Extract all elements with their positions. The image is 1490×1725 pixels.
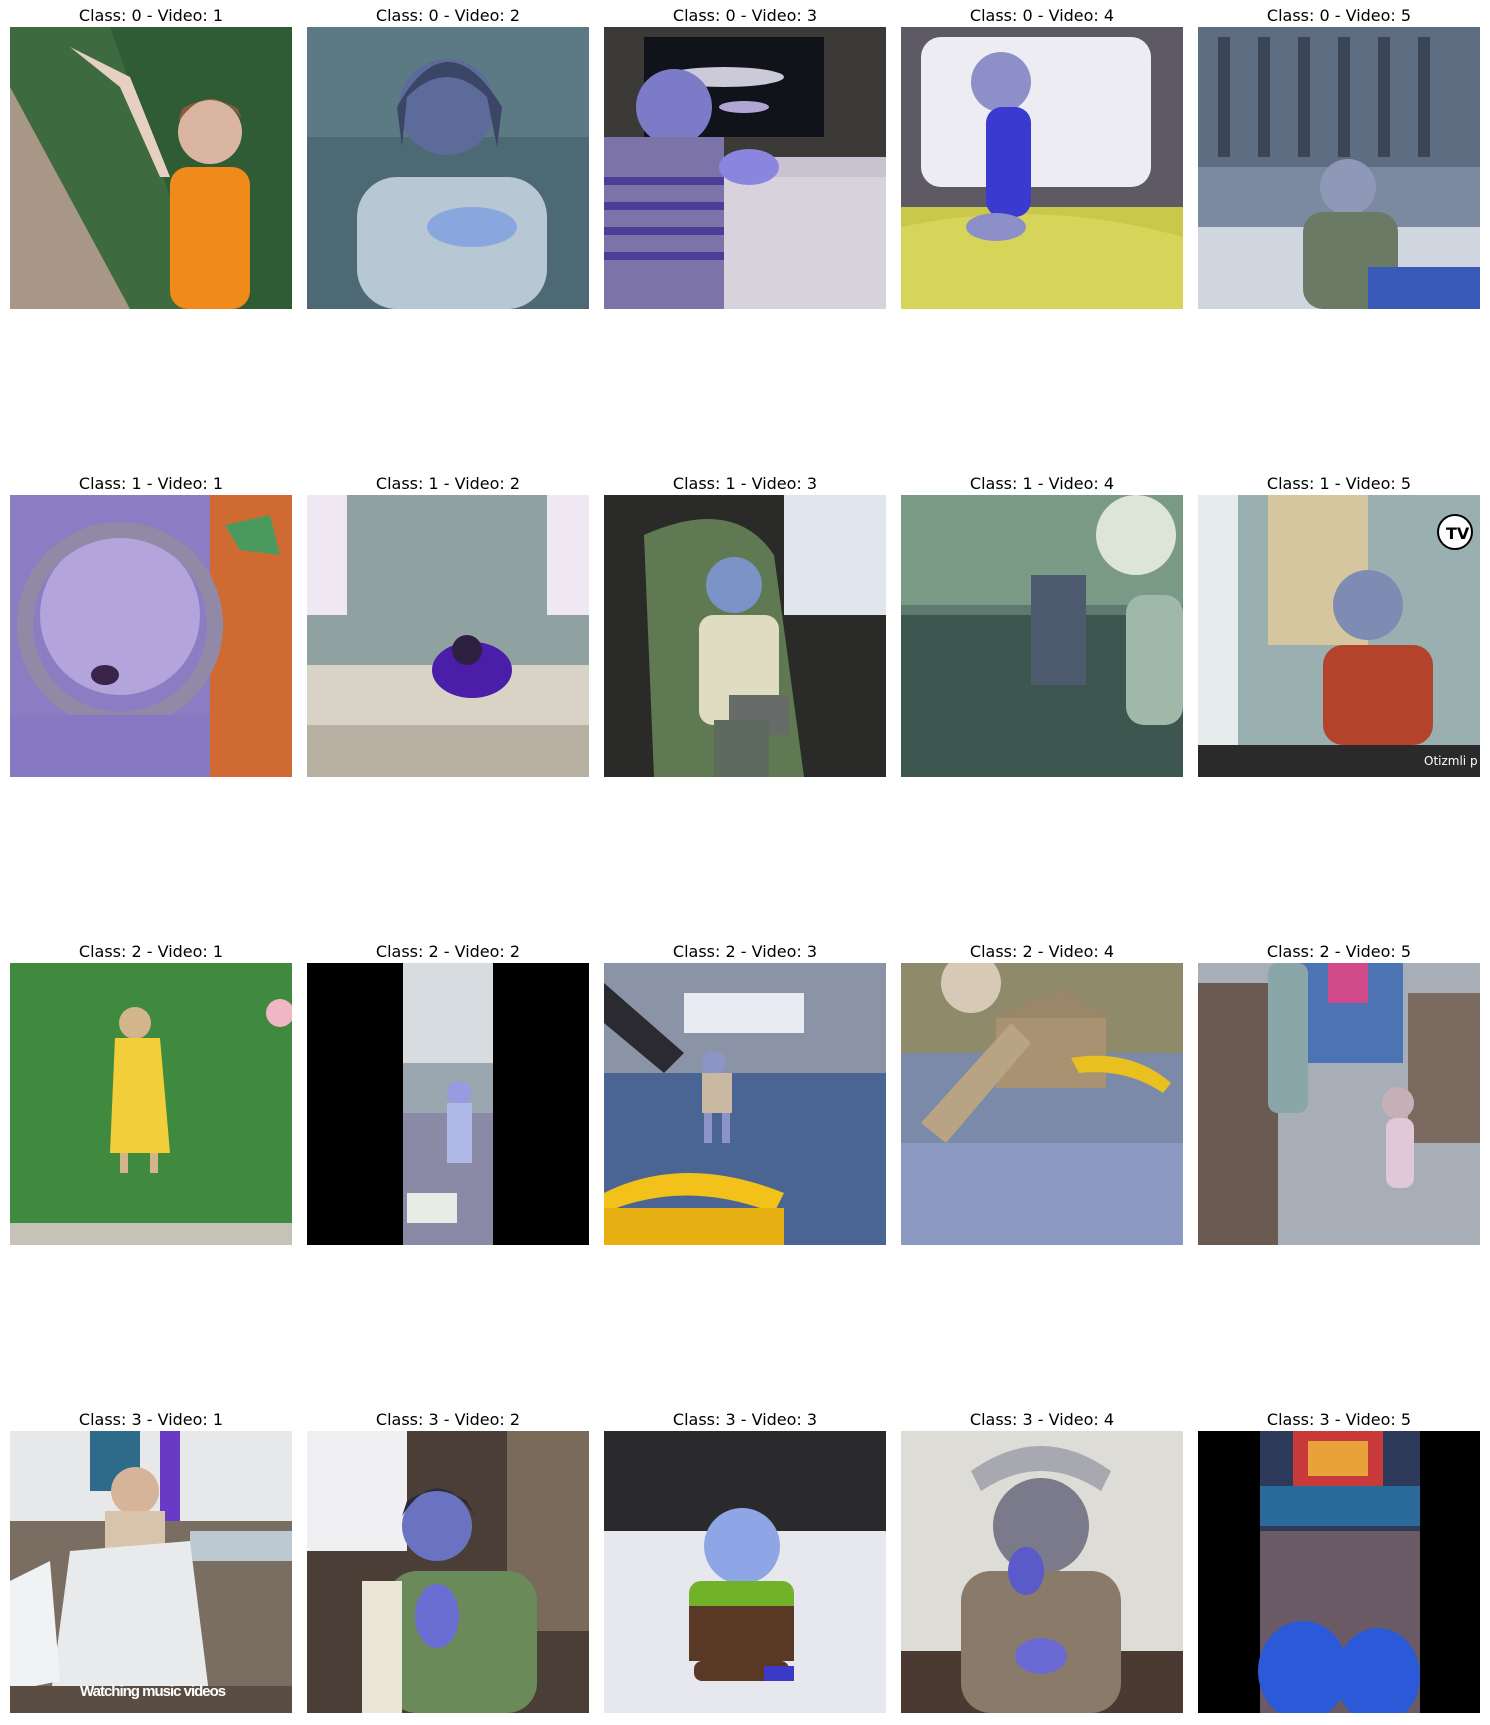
video-caption: Otizmli p xyxy=(1424,754,1478,768)
video-frame-image xyxy=(10,1431,292,1713)
video-frame-thumbnail xyxy=(901,1431,1183,1713)
video-frame-thumbnail xyxy=(901,963,1183,1245)
cell-title: Class: 1 - Video: 4 xyxy=(969,474,1115,493)
video-frame-image xyxy=(1198,963,1480,1245)
cell-title: Class: 2 - Video: 1 xyxy=(78,942,224,961)
cell-title: Class: 2 - Video: 4 xyxy=(969,942,1115,961)
video-frame-thumbnail xyxy=(10,963,292,1245)
video-frame-thumbnail xyxy=(307,1431,589,1713)
cell-title: Class: 3 - Video: 1 xyxy=(78,1410,224,1429)
video-frame-thumbnail xyxy=(10,495,292,777)
video-frame-thumbnail xyxy=(307,963,589,1245)
cell-title: Class: 0 - Video: 3 xyxy=(672,6,818,25)
video-frame-thumbnail xyxy=(901,27,1183,309)
cell-title: Class: 3 - Video: 5 xyxy=(1266,1410,1412,1429)
cell-title: Class: 1 - Video: 2 xyxy=(375,474,521,493)
video-frame-thumbnail: TV Otizmli p xyxy=(1198,495,1480,777)
video-frame-image xyxy=(307,963,589,1245)
cell-title: Class: 0 - Video: 4 xyxy=(969,6,1115,25)
video-frame-image xyxy=(10,495,292,777)
video-frame-image xyxy=(901,963,1183,1245)
cell-title: Class: 2 - Video: 3 xyxy=(672,942,818,961)
video-frame-image xyxy=(10,963,292,1245)
video-frame-image xyxy=(1198,27,1480,309)
video-frame-image xyxy=(307,27,589,309)
video-frame-image xyxy=(604,1431,886,1713)
video-frame-thumbnail xyxy=(1198,1431,1480,1713)
video-caption: Watching music videos xyxy=(80,1683,226,1700)
tv-logo: TV xyxy=(1446,524,1470,543)
video-frame-thumbnail xyxy=(604,27,886,309)
video-frame-image xyxy=(901,27,1183,309)
video-frame-thumbnail xyxy=(10,27,292,309)
cell-title: Class: 0 - Video: 1 xyxy=(78,6,224,25)
video-frame-thumbnail xyxy=(1198,963,1480,1245)
video-frame-image xyxy=(604,963,886,1245)
video-frame-thumbnail xyxy=(901,495,1183,777)
cell-title: Class: 1 - Video: 5 xyxy=(1266,474,1412,493)
video-frame-image xyxy=(604,495,886,777)
cell-title: Class: 2 - Video: 2 xyxy=(375,942,521,961)
cell-title: Class: 3 - Video: 3 xyxy=(672,1410,818,1429)
video-frame-thumbnail xyxy=(1198,27,1480,309)
cell-title: Class: 3 - Video: 4 xyxy=(969,1410,1115,1429)
cell-title: Class: 0 - Video: 5 xyxy=(1266,6,1412,25)
cell-title: Class: 1 - Video: 1 xyxy=(78,474,224,493)
video-frame-thumbnail xyxy=(307,27,589,309)
video-frame-thumbnail xyxy=(604,495,886,777)
video-frame-image xyxy=(604,27,886,309)
video-frame-image xyxy=(10,27,292,309)
video-frame-thumbnail xyxy=(604,963,886,1245)
video-frame-image xyxy=(307,1431,589,1713)
video-frame-image xyxy=(901,1431,1183,1713)
cell-title: Class: 1 - Video: 3 xyxy=(672,474,818,493)
video-frame-image xyxy=(1198,1431,1480,1713)
cell-title: Class: 0 - Video: 2 xyxy=(375,6,521,25)
video-frame-image xyxy=(307,495,589,777)
video-frame-thumbnail xyxy=(307,495,589,777)
video-frame-image xyxy=(1198,495,1480,777)
video-frame-thumbnail xyxy=(604,1431,886,1713)
video-frame-thumbnail: Watching music videos xyxy=(10,1431,292,1713)
cell-title: Class: 3 - Video: 2 xyxy=(375,1410,521,1429)
cell-title: Class: 2 - Video: 5 xyxy=(1266,942,1412,961)
video-frame-image xyxy=(901,495,1183,777)
